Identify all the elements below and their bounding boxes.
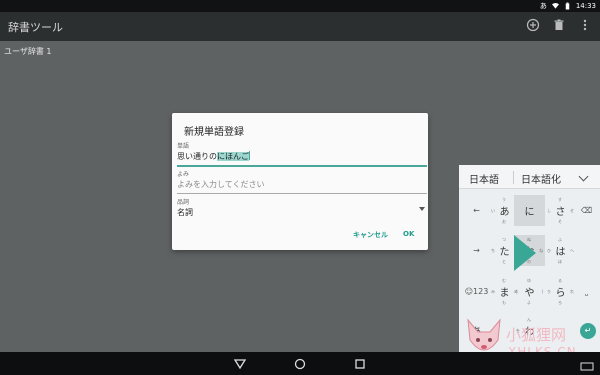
word-label: 単語 — [177, 143, 190, 150]
status-bar: あ 14:33 — [0, 0, 600, 12]
pos-label: 品詞 — [177, 199, 190, 206]
text-caret — [249, 151, 250, 160]
ime-indicator: あ — [539, 2, 547, 10]
keyboard-row: ← ういあえお に すしさせそ ⌫ — [459, 195, 600, 227]
back-icon[interactable] — [233, 357, 247, 371]
flick-direction-indicator — [514, 235, 536, 271]
candidate-item[interactable]: 日本語 — [469, 171, 499, 186]
word-value: 思い通りの — [177, 152, 217, 161]
watermark-text: 小狐狸网 — [506, 326, 567, 344]
word-composing: にほんご — [217, 152, 249, 161]
pos-value: 名詞 — [177, 208, 193, 217]
key-na-pressed[interactable]: に — [514, 195, 545, 226]
reading-label: よみ — [177, 171, 190, 178]
key-ha[interactable]: ふひはへほ — [545, 235, 576, 266]
space-key[interactable]: ⎵ — [571, 276, 600, 307]
candidate-bar: 日本語 日本語化 — [459, 165, 600, 189]
dialog-title: 新規単語登録 — [184, 127, 244, 138]
app-title: 辞書ツール — [8, 21, 63, 34]
dropdown-arrow-icon — [419, 207, 425, 211]
expand-candidates-icon[interactable] — [578, 171, 589, 182]
word-field[interactable]: 単語 思い通りのにほんご — [177, 141, 427, 167]
reading-placeholder: よみを入力してください — [177, 180, 265, 189]
add-icon[interactable] — [526, 18, 540, 32]
recents-icon[interactable] — [353, 357, 367, 371]
home-icon[interactable] — [293, 357, 307, 371]
reading-field[interactable]: よみ よみを入力してください — [177, 169, 427, 194]
cancel-button[interactable]: キャンセル — [353, 230, 388, 240]
symbol-number-key[interactable]: ☺123 — [461, 276, 492, 307]
keyboard-row: ☺123 むみまめも ゆ(や) よ るりられろ ⎵ — [459, 276, 600, 308]
cursor-left-key[interactable]: ← — [461, 195, 492, 226]
reading-underline — [177, 193, 427, 194]
word-underline — [177, 165, 427, 167]
battery-icon — [565, 2, 570, 10]
ok-button[interactable]: OK — [403, 230, 414, 238]
keyboard-toggle-icon[interactable] — [580, 360, 594, 374]
navigation-bar — [0, 352, 600, 375]
wifi-icon — [551, 2, 559, 9]
clock: 14:33 — [575, 2, 596, 10]
add-word-dialog: 新規単語登録 単語 思い通りのにほんご よみ よみを入力してください 品詞 名詞… — [172, 113, 428, 250]
backspace-key[interactable]: ⌫ — [571, 195, 600, 226]
key-ya[interactable]: ゆ(や) よ — [514, 276, 545, 307]
part-of-speech-select[interactable]: 品詞 名詞 — [177, 197, 427, 218]
app-bar: 辞書ツール — [0, 12, 600, 41]
candidate-divider — [513, 171, 514, 184]
dictionary-list-header[interactable]: ユーザ辞書 1 — [4, 46, 51, 57]
cursor-right-key[interactable]: → — [461, 235, 492, 266]
more-icon[interactable] — [578, 18, 592, 32]
candidate-item[interactable]: 日本語化 — [521, 171, 561, 186]
delete-icon[interactable] — [552, 18, 566, 32]
